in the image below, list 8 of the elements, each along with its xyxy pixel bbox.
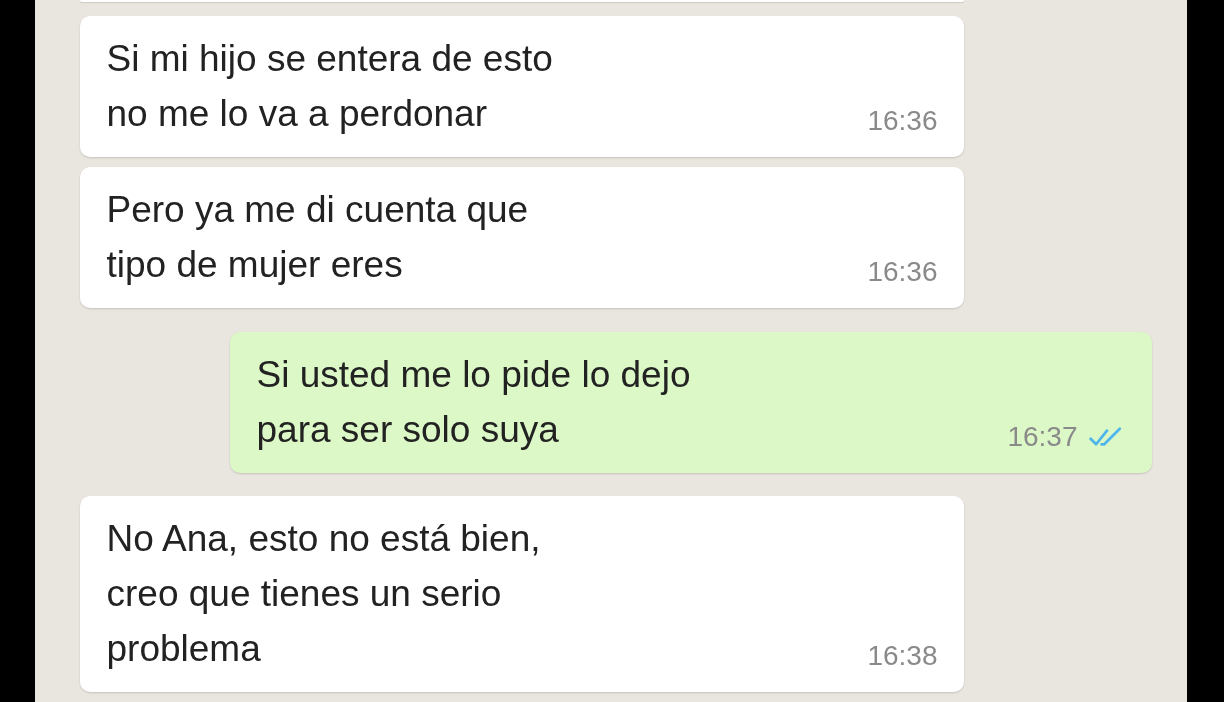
message-text: No Ana, esto no está bien, creo que tienes un serio problema (106, 517, 541, 671)
message-text: Si usted me lo pide lo dejo para ser solo suya (256, 353, 691, 452)
message-time: 16:36 (867, 256, 938, 288)
message-time: 16:38 (867, 640, 938, 672)
message-time: 16:36 (867, 105, 938, 137)
message-text: Pero ya me di cuenta que tipo de mujer eres (106, 188, 529, 287)
message-text: Si mi hijo se entera de esto no me lo va a perdonar (106, 37, 553, 136)
message-time: 16:37 (1007, 421, 1078, 453)
